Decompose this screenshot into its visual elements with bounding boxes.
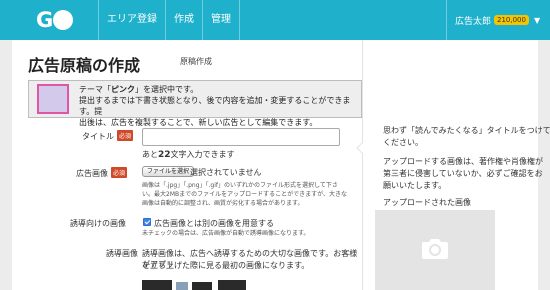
notice-line1-pre: テーマ「 <box>79 85 111 94</box>
thumbnail-1[interactable] <box>142 280 172 290</box>
theme-swatch <box>37 84 69 114</box>
title-label-text: タイトル <box>82 132 114 141</box>
image-label-text: 広告画像 <box>76 169 108 178</box>
tip-image-line2: 第三者に侵害していないか、必ずご確認をお <box>383 169 543 178</box>
image-note-3: 画像は自動的に調整され、画質が劣化する場合があります。 <box>142 200 304 207</box>
chevron-down-icon: ▼ <box>533 15 541 25</box>
notice-line2: 提出するまでは下書き状態となり、後で内容を追加・変更することができます。提 <box>79 96 351 116</box>
thumbnail-3[interactable] <box>192 282 212 290</box>
notice-text: テーマ「ピンク」を選択中です。 提出するまでは下書き状態となり、後で内容を追加・… <box>79 84 363 128</box>
separate-image-label[interactable]: 広告画像とは別の画像を用意する <box>154 218 274 229</box>
user-menu[interactable]: 広告太郎 210,000 ▼ <box>446 0 540 40</box>
thumbnail-4[interactable] <box>218 280 246 290</box>
title-char-hint: あと22文字入力できます <box>142 149 235 160</box>
file-status: 選択されていません <box>190 168 262 177</box>
top-bar: G エリア登録 作成 管理 広告太郎 210,000 ▼ <box>0 0 550 40</box>
hint-pre: あと <box>142 150 158 159</box>
nav-create[interactable]: 作成 <box>165 0 202 40</box>
title-input[interactable] <box>142 128 340 146</box>
uploaded-image-preview <box>375 210 495 290</box>
logo-circle <box>53 10 74 30</box>
notice-theme-name: ピンク <box>111 85 135 94</box>
lure-image-label: 誘導画像 <box>106 249 138 258</box>
required-badge: 必須 <box>117 130 134 141</box>
required-badge: 必須 <box>111 167 128 178</box>
user-name: 広告太郎 <box>455 16 492 27</box>
thumbnail-2[interactable] <box>176 282 188 290</box>
help-sidebar: 思わず「読んでみたくなる」タイトルをつけて ください。 アップロードする画像は、… <box>356 40 550 290</box>
tip-image-line1: アップロードする画像は、著作権や肖像権が <box>383 157 543 166</box>
camera-icon <box>422 239 448 259</box>
content-panel: 広告原稿の作成 原稿作成 テーマ「ピンク」を選択中です。 提出するまでは下書き状… <box>12 40 550 290</box>
theme-notice: テーマ「ピンク」を選択中です。 提出するまでは下書き状態となり、後で内容を追加・… <box>28 80 362 127</box>
hint-post: 文字入力できます <box>170 150 235 159</box>
logo-letter: G <box>36 8 53 32</box>
logo[interactable]: G <box>36 8 74 32</box>
hint-count: 22 <box>158 150 171 160</box>
lure-label: 誘導向けの画像 <box>70 219 126 228</box>
tip-title-line1: 思わず「読んでみたくなる」タイトルをつけて <box>383 126 550 135</box>
title-label: タイトル 必須 <box>82 130 134 142</box>
page-title: 広告原稿の作成 <box>28 56 141 75</box>
form-area: 広告原稿の作成 原稿作成 テーマ「ピンク」を選択中です。 提出するまでは下書き状… <box>12 40 362 290</box>
uploaded-image-label: アップロードされた画像 <box>383 198 471 207</box>
choose-file-button[interactable]: ファイルを選択 <box>142 166 195 177</box>
image-note-1: 画像は「.jpg」「.png」「.gif」のいずれかのファイル形式を選択して下さ <box>142 182 338 189</box>
points-badge: 210,000 <box>494 15 529 25</box>
nav-area-register[interactable]: エリア登録 <box>98 0 165 40</box>
tip-title-line2: ください。 <box>383 138 423 147</box>
notice-line1-post: 」を選択中です。 <box>135 85 199 94</box>
lure-note: 未チェックの場合は、広告画像が自動で誘導画像になります。 <box>142 230 310 237</box>
main-nav: エリア登録 作成 管理 <box>98 0 240 40</box>
separate-image-checkbox[interactable] <box>143 218 151 226</box>
image-note-2: い。最大2MBまでのファイルをアップロードすることができますが、大きな <box>142 191 347 198</box>
tip-image-line3: 願いいたします。 <box>383 181 447 190</box>
nav-manage[interactable]: 管理 <box>202 0 240 40</box>
page-subtitle: 原稿作成 <box>180 57 212 66</box>
notice-line3: 出後は、広告を複製することで、新しい広告として編集できます。 <box>79 118 318 127</box>
image-label: 広告画像 必須 <box>76 167 128 179</box>
lure-desc-2: を立ち上げた際に見る最初の画像になります。 <box>142 261 310 270</box>
